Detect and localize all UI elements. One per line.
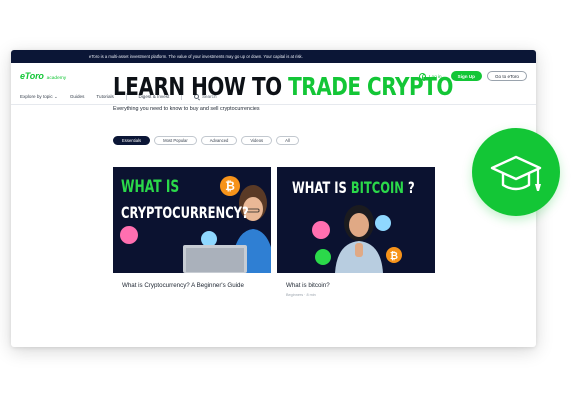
thumbnail-text: CRYPTOCURRENCY? (121, 203, 249, 222)
thumbnail-text-highlight: BITCOIN (350, 178, 404, 197)
card-thumbnail-cryptocurrency[interactable]: ₿ WHAT IS CRYPTOCURRENCY? (113, 167, 271, 273)
graduation-cap-icon (490, 155, 542, 191)
card-meta: Beginners · 8 min (286, 293, 316, 297)
nav-tutorials[interactable]: Tutorials (96, 94, 113, 99)
logo-text: eToro (20, 71, 44, 81)
svg-text:₿: ₿ (225, 179, 235, 193)
crypto-token-icon (315, 249, 331, 265)
svg-text:₿: ₿ (390, 250, 398, 262)
card-thumbnail-bitcoin[interactable]: ₿ WHAT IS BITCOIN ? (277, 167, 435, 273)
title-part: LEARN HOW TO (113, 72, 289, 101)
logo-subtext: academy (46, 76, 67, 81)
title-highlight: TRADE CRYPTO (288, 72, 453, 101)
thumbnail-text: WHAT IS BITCOIN ? (292, 178, 415, 197)
thumbnail-text: WHAT IS (121, 177, 180, 197)
chevron-down-icon: ⌄ (53, 93, 58, 99)
card-title-cryptocurrency[interactable]: What is Cryptocurrency? A Beginner's Gui… (122, 282, 272, 290)
filter-advanced[interactable]: Advanced (200, 136, 238, 145)
page-title: LEARN HOW TO TRADE CRYPTO (113, 74, 453, 100)
crypto-token-icon (120, 226, 138, 244)
crypto-token-icon (201, 231, 217, 247)
thumbnail-text-part: WHAT IS (292, 178, 351, 197)
etoro-academy-logo[interactable]: eToro academy (20, 71, 66, 81)
filter-videos[interactable]: Videos (241, 136, 273, 145)
page-subtitle: Everything you need to know to buy and s… (113, 106, 260, 112)
nav-explore-by-topic[interactable]: Explore by topic ⌄ (20, 94, 58, 100)
thumbnail-text-part: ? (403, 178, 415, 197)
page: eToro is a multi-asset investment platfo… (0, 0, 576, 400)
filter-all[interactable]: All (276, 136, 299, 145)
filter-most-popular[interactable]: Most Popular (154, 136, 197, 145)
filter-chips: Essentials Most Popular Advanced Videos … (113, 136, 299, 145)
crypto-token-icon (375, 215, 391, 231)
academy-badge (472, 128, 560, 216)
filter-essentials[interactable]: Essentials (113, 136, 151, 145)
hero-section: LEARN HOW TO TRADE CRYPTO Everything you… (113, 74, 538, 113)
risk-disclaimer-bar: eToro is a multi-asset investment platfo… (11, 50, 536, 63)
crypto-token-icon (312, 221, 330, 239)
nav-guides[interactable]: Guides (70, 94, 85, 99)
card-title-bitcoin[interactable]: What is bitcoin? (286, 282, 436, 290)
